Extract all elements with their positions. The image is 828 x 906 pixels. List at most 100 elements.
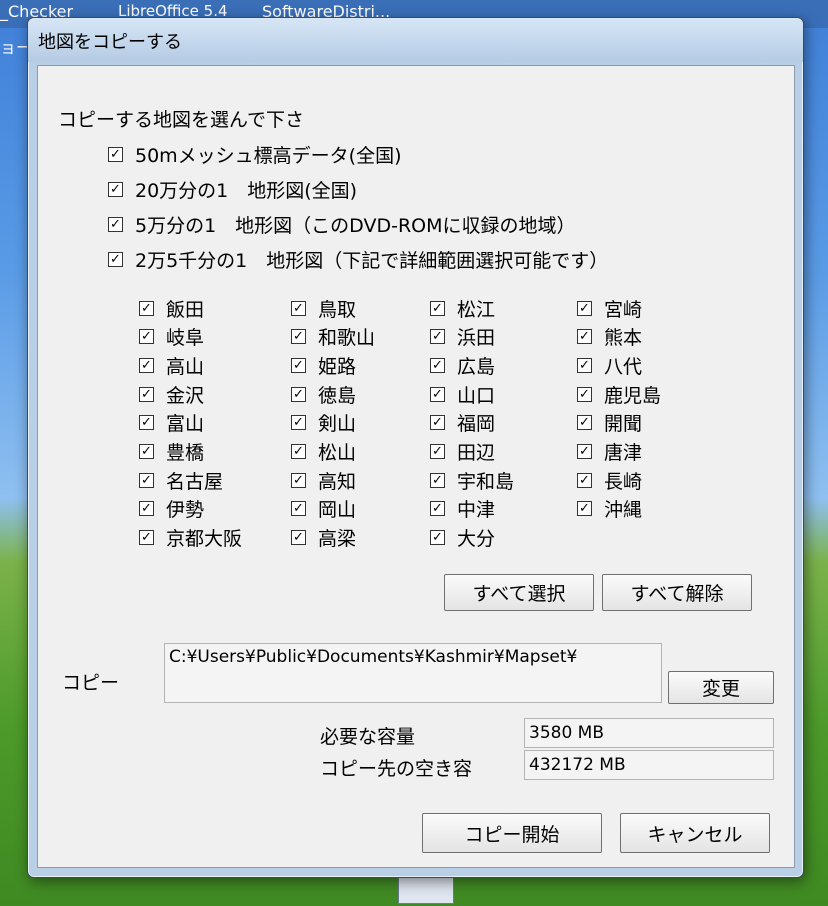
checkbox-box[interactable]: ✓ [430, 530, 445, 546]
checkbox-box[interactable]: ✓ [577, 329, 592, 345]
checkbox-box[interactable]: ✓ [139, 472, 154, 488]
checkbox-box[interactable]: ✓ [430, 386, 445, 402]
deselect-all-button[interactable]: すべて解除 [602, 574, 752, 611]
checkbox-box[interactable]: ✓ [291, 472, 306, 488]
checkbox-box[interactable]: ✓ [108, 146, 123, 162]
checkbox-box[interactable]: ✓ [139, 329, 154, 345]
checkbox-box[interactable]: ✓ [139, 501, 154, 517]
checkbox-box[interactable]: ✓ [139, 386, 154, 402]
region-label: 沖縄 [604, 499, 643, 522]
region-checkbox[interactable]: ✓ 京都大阪 [139, 525, 242, 551]
checkbox-box[interactable]: ✓ [291, 501, 306, 517]
checkbox-box[interactable]: ✓ [430, 501, 445, 517]
checkbox-box[interactable]: ✓ [577, 472, 592, 488]
region-checkbox[interactable]: ✓ 沖縄 [577, 496, 642, 522]
region-checkbox[interactable]: ✓ 長崎 [577, 467, 642, 493]
region-label: 姫路 [318, 355, 357, 378]
checkbox-box[interactable]: ✓ [291, 300, 306, 316]
checkbox-box[interactable]: ✓ [291, 329, 306, 345]
checkbox-box[interactable]: ✓ [291, 444, 306, 459]
region-checkbox[interactable]: ✓ 名古屋 [139, 467, 223, 493]
region-checkbox[interactable]: ✓ 宮崎 [577, 295, 642, 321]
maptype-checkbox-25k[interactable]: ✓ 2万5千分の1 地形図（下記で詳細範囲選択可能です） [108, 246, 608, 272]
region-label: 剣山 [318, 413, 357, 436]
region-label: 広島 [457, 355, 496, 378]
checkbox-box[interactable]: ✓ [430, 444, 445, 459]
checkbox-box[interactable]: ✓ [108, 251, 123, 267]
checkbox-box[interactable]: ✓ [291, 530, 306, 546]
region-checkbox[interactable]: ✓ 中津 [430, 496, 495, 522]
region-label: 伊勢 [166, 499, 205, 522]
instruction-text: コピーする地図を選んで下さ [58, 109, 305, 131]
checkbox-box[interactable]: ✓ [108, 181, 123, 197]
region-checkbox[interactable]: ✓ 剣山 [291, 410, 356, 436]
checkbox-box[interactable]: ✓ [430, 329, 445, 345]
region-checkbox[interactable]: ✓ 熊本 [577, 324, 642, 350]
checkbox-box[interactable]: ✓ [577, 444, 592, 459]
checkbox-box[interactable]: ✓ [139, 357, 154, 373]
region-checkbox[interactable]: ✓ 大分 [430, 525, 495, 551]
checkbox-label: 20万分の1 地形図(全国) [135, 179, 358, 202]
checkbox-box[interactable]: ✓ [108, 216, 123, 232]
region-checkbox[interactable]: ✓ 松江 [430, 295, 495, 321]
start-copy-button[interactable]: コピー開始 [422, 813, 602, 853]
region-checkbox[interactable]: ✓ 浜田 [430, 324, 495, 350]
region-checkbox[interactable]: ✓ 和歌山 [291, 324, 375, 350]
select-all-button[interactable]: すべて選択 [444, 574, 594, 611]
checkbox-box[interactable]: ✓ [430, 415, 445, 431]
region-checkbox[interactable]: ✓ 岐阜 [139, 324, 204, 350]
change-button[interactable]: 変更 [668, 671, 774, 704]
region-label: 飯田 [166, 298, 205, 321]
region-label: 高知 [318, 470, 357, 493]
region-label: 田辺 [457, 442, 496, 464]
region-checkbox[interactable]: ✓ 徳島 [291, 381, 356, 407]
checkbox-box[interactable]: ✓ [430, 357, 445, 373]
region-checkbox[interactable]: ✓ 高山 [139, 352, 204, 378]
region-checkbox[interactable]: ✓ 広島 [430, 352, 495, 378]
region-checkbox[interactable]: ✓ 鳥取 [291, 295, 356, 321]
region-checkbox[interactable]: ✓ 富山 [139, 410, 204, 436]
region-checkbox[interactable]: ✓ 伊勢 [139, 496, 204, 522]
checkbox-box[interactable]: ✓ [577, 357, 592, 373]
region-label: 豊橋 [166, 442, 205, 464]
region-label: 松山 [318, 442, 357, 464]
maptype-checkbox-50k[interactable]: ✓ 5万分の1 地形図（このDVD-ROMに収録の地域） [108, 211, 576, 237]
checkbox-box[interactable]: ✓ [139, 530, 154, 546]
checkbox-box[interactable]: ✓ [291, 386, 306, 402]
region-checkbox[interactable]: ✓ 田辺 [430, 439, 495, 465]
checkbox-box[interactable]: ✓ [139, 444, 154, 459]
dialog-titlebar[interactable]: 地図をコピーする [28, 18, 803, 62]
region-label: 高梁 [318, 528, 357, 551]
checkbox-box[interactable]: ✓ [577, 415, 592, 431]
region-checkbox[interactable]: ✓ 飯田 [139, 295, 204, 321]
maptype-checkbox-50m[interactable]: ✓ 50mメッシュ標高データ(全国) [108, 141, 402, 167]
checkbox-box[interactable]: ✓ [291, 415, 306, 431]
region-checkbox[interactable]: ✓ 山口 [430, 381, 495, 407]
cancel-button[interactable]: キャンセル [620, 813, 770, 853]
region-checkbox[interactable]: ✓ 鹿児島 [577, 381, 661, 407]
region-checkbox[interactable]: ✓ 開聞 [577, 410, 642, 436]
checkbox-box[interactable]: ✓ [577, 501, 592, 517]
checkbox-box[interactable]: ✓ [577, 386, 592, 402]
region-checkbox[interactable]: ✓ 唐津 [577, 439, 642, 465]
checkbox-box[interactable]: ✓ [430, 300, 445, 316]
region-checkbox[interactable]: ✓ 豊橋 [139, 439, 204, 465]
checkbox-box[interactable]: ✓ [430, 472, 445, 488]
region-checkbox[interactable]: ✓ 高梁 [291, 525, 356, 551]
checkbox-box[interactable]: ✓ [577, 300, 592, 316]
region-checkbox[interactable]: ✓ 岡山 [291, 496, 356, 522]
region-checkbox[interactable]: ✓ 八代 [577, 352, 642, 378]
checkbox-box[interactable]: ✓ [291, 357, 306, 373]
checkbox-box[interactable]: ✓ [139, 415, 154, 431]
region-checkbox[interactable]: ✓ 福岡 [430, 410, 495, 436]
region-checkbox[interactable]: ✓ 姫路 [291, 352, 356, 378]
copy-path-field[interactable]: C:¥Users¥Public¥Documents¥Kashmir¥Mapset… [164, 643, 662, 703]
region-checkbox[interactable]: ✓ 高知 [291, 467, 356, 493]
dialog-title: 地図をコピーする [38, 32, 182, 53]
checkbox-box[interactable]: ✓ [139, 300, 154, 316]
maptype-checkbox-200k[interactable]: ✓ 20万分の1 地形図(全国) [108, 176, 357, 202]
region-checkbox[interactable]: ✓ 松山 [291, 439, 356, 465]
region-checkbox[interactable]: ✓ 宇和島 [430, 467, 514, 493]
copy-map-dialog: 地図をコピーする コピーする地図を選んで下さ ✓ 50mメッシュ標高データ(全国… [27, 17, 804, 878]
region-checkbox[interactable]: ✓ 金沢 [139, 381, 204, 407]
